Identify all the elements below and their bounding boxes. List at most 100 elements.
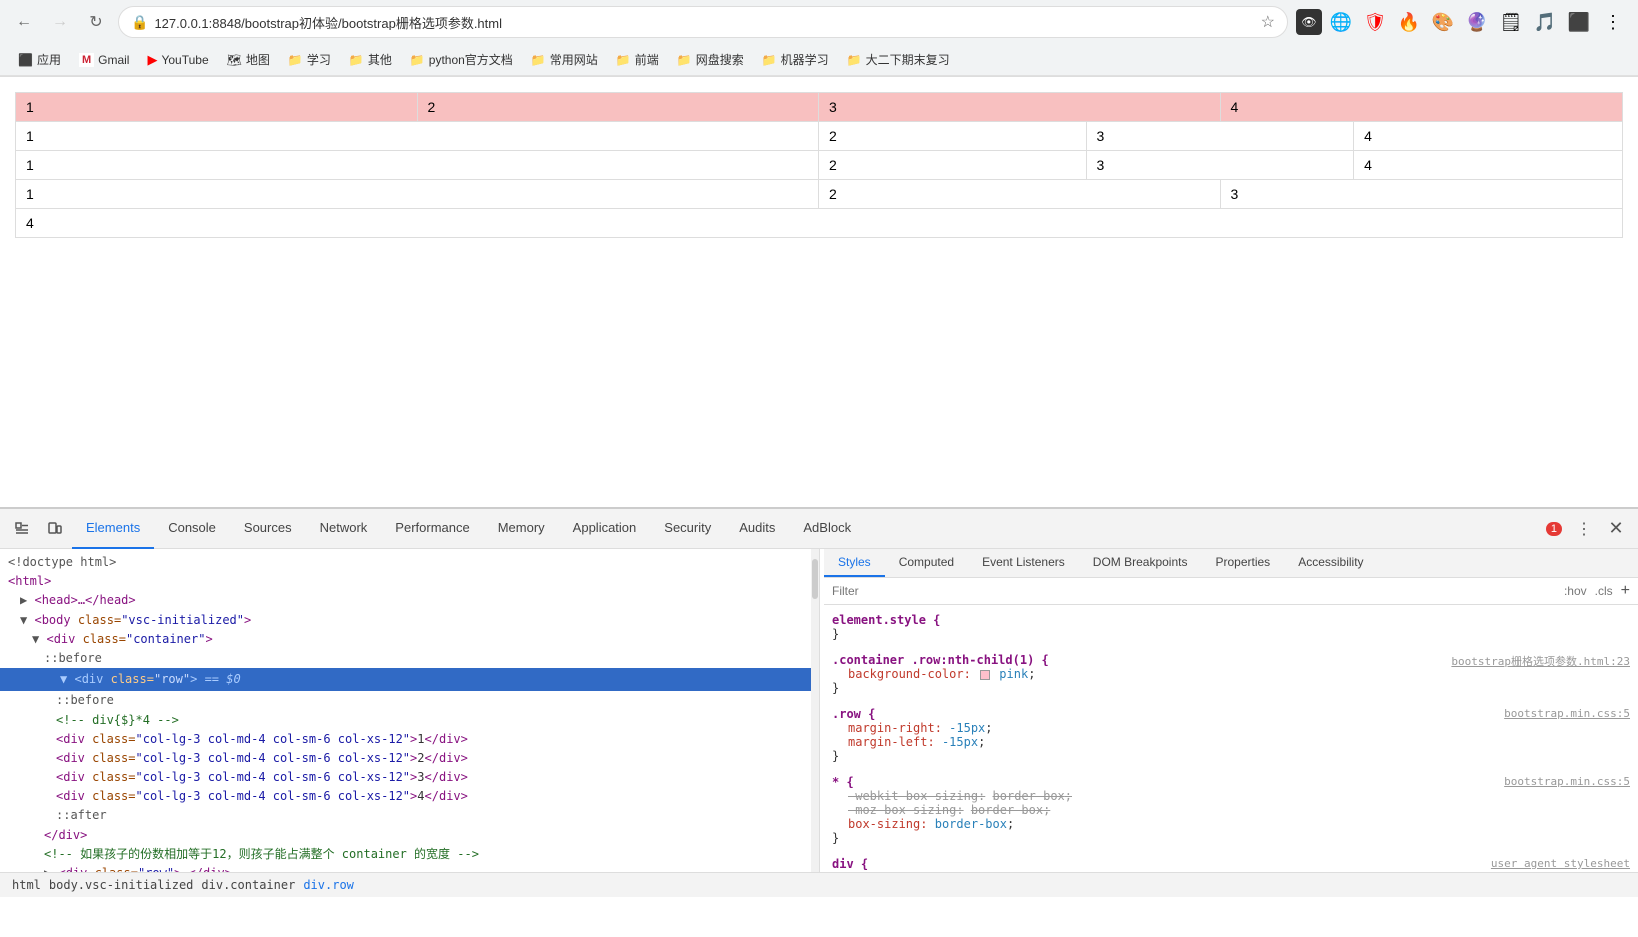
extension-icon-2[interactable]: 🌐 xyxy=(1326,7,1356,37)
tab-performance[interactable]: Performance xyxy=(381,509,483,549)
folder-icon-5: 📁 xyxy=(616,53,631,67)
tab-audits[interactable]: Audits xyxy=(725,509,789,549)
devtools-close-button[interactable]: ✕ xyxy=(1602,515,1630,543)
breadcrumb-body[interactable]: body.vsc-initialized xyxy=(45,876,198,894)
url-input[interactable] xyxy=(154,15,1254,30)
html-line-3[interactable]: ▶ <head>…</head> xyxy=(20,591,811,610)
bookmark-apps[interactable]: ⬛ 应用 xyxy=(10,48,69,71)
bookmark-wangpan[interactable]: 📁 网盘搜索 xyxy=(669,48,752,71)
star-icon[interactable]: ☆ xyxy=(1261,12,1275,32)
folder-icon-7: 📁 xyxy=(762,53,777,67)
css-property-box[interactable]: box-sizing: border-box; xyxy=(848,817,1630,831)
html-line-7-selected[interactable]: ▼ <div class="row"> == $0 xyxy=(0,668,819,691)
bookmark-maps[interactable]: 🗺 地图 xyxy=(219,48,278,71)
folder-icon-2: 📁 xyxy=(349,53,364,67)
extension-icon-8[interactable]: 🎵 xyxy=(1530,7,1560,37)
extension-icon-9[interactable]: ⬛ xyxy=(1564,7,1594,37)
grid-cell-4-3: 3 xyxy=(1221,180,1623,208)
scroll-thumb xyxy=(812,559,818,599)
html-line-11[interactable]: <div class="col-lg-3 col-md-4 col-sm-6 c… xyxy=(56,749,811,768)
reload-button[interactable]: ↻ xyxy=(82,8,110,36)
css-property-webkit[interactable]: -webkit-box-sizing: border-box; xyxy=(848,789,1630,803)
grid-row-1: 1 2 3 4 xyxy=(15,92,1623,122)
tab-computed[interactable]: Computed xyxy=(885,549,968,577)
filter-bar: :hov .cls + xyxy=(824,578,1638,605)
tab-sources[interactable]: Sources xyxy=(230,509,306,549)
css-property-ml[interactable]: margin-left: -15px; xyxy=(848,735,1630,749)
bookmark-daner[interactable]: 📁 大二下期末复习 xyxy=(839,48,958,71)
extension-icon-4[interactable]: 🔥 xyxy=(1394,7,1424,37)
bookmark-jiqixuexi[interactable]: 📁 机器学习 xyxy=(754,48,837,71)
css-source-2[interactable]: bootstrap.min.css:5 xyxy=(1504,707,1630,720)
html-line-4[interactable]: ▼ <body class="vsc-initialized"> xyxy=(20,611,811,630)
html-line-15: </div> xyxy=(44,826,811,845)
devtools-device-button[interactable] xyxy=(40,515,68,543)
bookmark-changyong[interactable]: 📁 常用网站 xyxy=(523,48,606,71)
css-property-bg[interactable]: background-color: pink; xyxy=(848,667,1630,681)
devtools-tab-end: 1 ⋮ ✕ xyxy=(1546,515,1630,543)
tab-dom-breakpoints[interactable]: DOM Breakpoints xyxy=(1079,549,1202,577)
tab-console[interactable]: Console xyxy=(154,509,230,549)
toolbar-icons: 👁 🌐 🛡 🔥 🎨 🔮 🗒 🎵 ⬛ ⋮ xyxy=(1296,7,1628,37)
css-section-element-style: element.style { } xyxy=(832,613,1630,641)
css-closing-4: } xyxy=(832,831,1630,845)
tab-styles[interactable]: Styles xyxy=(824,549,885,577)
breadcrumb-container[interactable]: div.container xyxy=(197,876,299,894)
breadcrumb-bar: html body.vsc-initialized div.container … xyxy=(0,872,1638,897)
page-content: 1 2 3 4 1 2 3 4 1 2 3 4 1 2 3 4 xyxy=(0,77,1638,507)
grid-cell-4-1: 1 xyxy=(16,180,819,208)
extension-icon-5[interactable]: 🎨 xyxy=(1428,7,1458,37)
grid-cell-3-1: 1 xyxy=(16,151,819,179)
forward-button[interactable]: → xyxy=(46,8,74,36)
html-line-6: ::before xyxy=(44,649,811,668)
devtools-tabs: Elements Console Sources Network Perform… xyxy=(72,509,1542,549)
filter-input[interactable] xyxy=(832,584,1556,598)
error-badge: 1 xyxy=(1546,522,1562,536)
html-line-17[interactable]: ▶ <div class="row">…</div> xyxy=(44,864,811,872)
add-style-button[interactable]: + xyxy=(1621,582,1630,600)
css-property-mr[interactable]: margin-right: -15px; xyxy=(848,721,1630,735)
tab-security[interactable]: Security xyxy=(650,509,725,549)
hov-button[interactable]: :hov xyxy=(1564,584,1587,598)
css-source-3[interactable]: bootstrap.min.css:5 xyxy=(1504,775,1630,788)
html-line-5[interactable]: ▼ <div class="container"> xyxy=(32,630,811,649)
css-property-moz[interactable]: -moz-box-sizing: border-box; xyxy=(848,803,1630,817)
html-line-10[interactable]: <div class="col-lg-3 col-md-4 col-sm-6 c… xyxy=(56,730,811,749)
css-content: element.style { } .container .row:nth-ch… xyxy=(824,605,1638,872)
devtools-panel: Elements Console Sources Network Perform… xyxy=(0,507,1638,897)
back-button[interactable]: ← xyxy=(10,8,38,36)
html-line-13[interactable]: <div class="col-lg-3 col-md-4 col-sm-6 c… xyxy=(56,787,811,806)
bookmark-youtube[interactable]: ▶ YouTube xyxy=(139,49,216,71)
tab-event-listeners[interactable]: Event Listeners xyxy=(968,549,1079,577)
tab-elements[interactable]: Elements xyxy=(72,509,154,549)
devtools-more-button[interactable]: ⋮ xyxy=(1570,515,1598,543)
bookmark-qianduan[interactable]: 📁 前端 xyxy=(608,48,667,71)
html-line-8: ::before xyxy=(56,691,811,710)
tab-application[interactable]: Application xyxy=(559,509,651,549)
bookmark-xuexi[interactable]: 📁 学习 xyxy=(280,48,339,71)
devtools-inspect-button[interactable] xyxy=(8,515,36,543)
breadcrumb-row[interactable]: div.row xyxy=(299,876,358,894)
css-section-row: .row { bootstrap.min.css:5 margin-right:… xyxy=(832,707,1630,763)
scroll-track[interactable] xyxy=(811,549,819,872)
breadcrumb-html[interactable]: html xyxy=(8,876,45,894)
css-source-1[interactable]: bootstrap栅格选项参数.html:23 xyxy=(1451,653,1630,669)
tab-network[interactable]: Network xyxy=(306,509,382,549)
tab-accessibility[interactable]: Accessibility xyxy=(1284,549,1377,577)
tab-properties[interactable]: Properties xyxy=(1201,549,1284,577)
bookmark-python[interactable]: 📁 python官方文档 xyxy=(402,48,521,71)
extension-icon-7[interactable]: 🗒 xyxy=(1496,7,1526,37)
maps-icon: 🗺 xyxy=(227,53,242,67)
html-line-12[interactable]: <div class="col-lg-3 col-md-4 col-sm-6 c… xyxy=(56,768,811,787)
extension-icon-3[interactable]: 🛡 xyxy=(1360,7,1390,37)
bookmark-qita[interactable]: 📁 其他 xyxy=(341,48,400,71)
cls-button[interactable]: .cls xyxy=(1595,584,1613,598)
extension-icon-1[interactable]: 👁 xyxy=(1296,9,1322,35)
more-button[interactable]: ⋮ xyxy=(1598,7,1628,37)
tab-adblock[interactable]: AdBlock xyxy=(789,509,865,549)
tab-memory[interactable]: Memory xyxy=(484,509,559,549)
apps-icon: ⬛ xyxy=(18,53,33,67)
css-selector-nth: .container .row:nth-child(1) { bootstrap… xyxy=(832,653,1630,667)
bookmark-gmail[interactable]: M Gmail xyxy=(71,50,138,70)
extension-icon-6[interactable]: 🔮 xyxy=(1462,7,1492,37)
